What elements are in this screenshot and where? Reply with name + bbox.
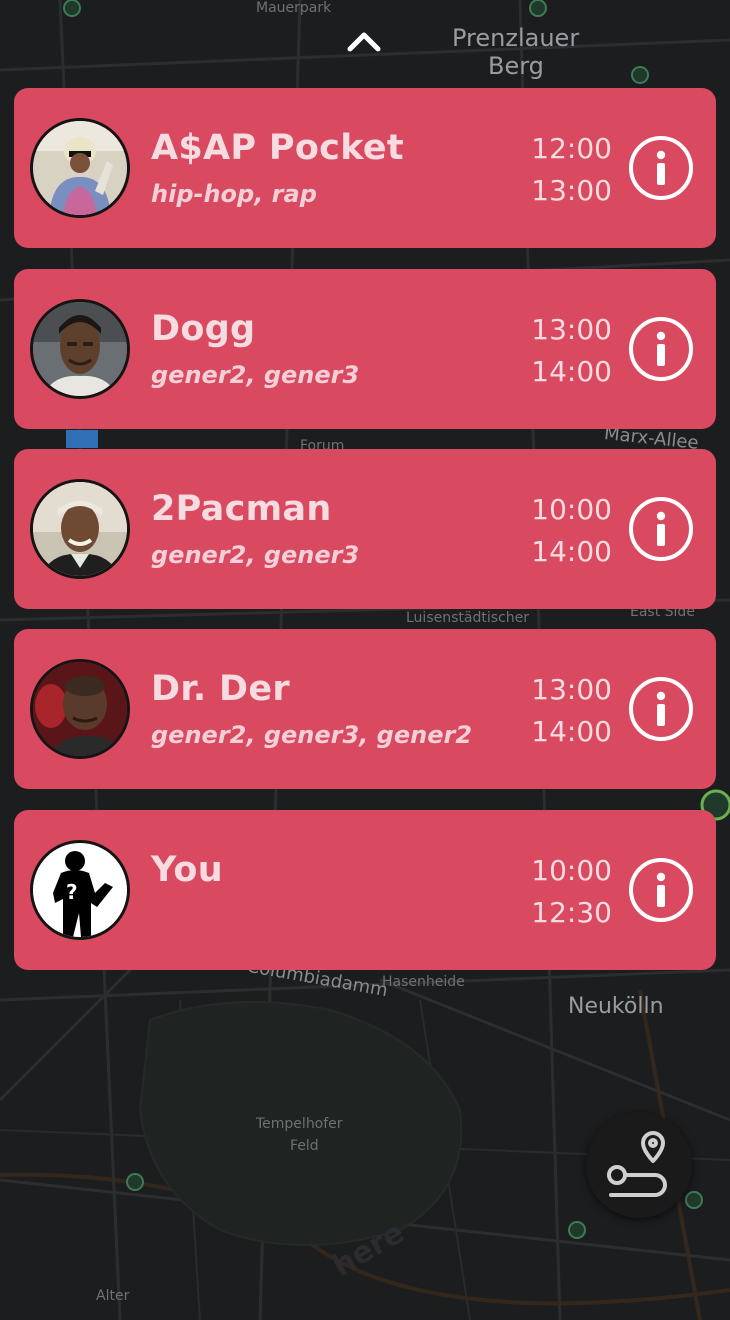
artist-genres: gener2, gener3: [151, 541, 360, 569]
info-icon: [629, 677, 693, 741]
info-icon: [629, 317, 693, 381]
unknown-silhouette-avatar: ?: [30, 840, 130, 940]
artist-genres: gener2, gener3: [151, 361, 360, 389]
end-time: 13:00: [531, 174, 612, 207]
chevron-up-icon: [347, 32, 381, 52]
artist-card[interactable]: A$AP Pocket hip-hop, rap 12:00 13:00: [14, 88, 716, 248]
map-label-prenzlauer: Prenzlauer: [452, 24, 580, 52]
start-time: 10:00: [531, 493, 612, 526]
artist-name: Dr. Der: [151, 669, 290, 709]
svg-text:?: ?: [66, 880, 78, 904]
map-label-tempelhofer: Tempelhofer: [256, 1116, 343, 1132]
artist-genres: hip-hop, rap: [151, 180, 317, 208]
info-button[interactable]: [628, 135, 694, 201]
artist-genres: gener2, gener3, gener2: [151, 721, 473, 749]
end-time: 14:00: [531, 355, 612, 388]
info-button[interactable]: [628, 857, 694, 923]
start-time: 12:00: [531, 132, 612, 165]
map-label-mauerpark: Mauerpark: [256, 0, 332, 16]
dogg-avatar: [30, 299, 130, 399]
start-time: 13:00: [531, 673, 612, 706]
info-icon: [629, 497, 693, 561]
asap-avatar: [30, 118, 130, 218]
pacman-avatar: [30, 479, 130, 579]
artist-card[interactable]: Dr. Der gener2, gener3, gener2 13:00 14:…: [14, 629, 716, 789]
map-label-hasenheide: Hasenheide: [382, 974, 465, 990]
info-button[interactable]: [628, 316, 694, 382]
artist-card[interactable]: ? You 10:00 12:30: [14, 810, 716, 970]
drder-avatar: [30, 659, 130, 759]
info-button[interactable]: [628, 676, 694, 742]
map-label-alter: Alter: [96, 1288, 130, 1304]
artist-name: 2Pacman: [151, 489, 332, 529]
end-time: 12:30: [531, 896, 612, 929]
start-time: 10:00: [531, 854, 612, 887]
map-label-berg: Berg: [488, 52, 544, 80]
map-label-feld: Feld: [290, 1138, 319, 1154]
artist-name: A$AP Pocket: [151, 128, 404, 168]
start-time: 13:00: [531, 313, 612, 346]
end-time: 14:00: [531, 535, 612, 568]
artist-card[interactable]: 2Pacman gener2, gener3 10:00 14:00: [14, 449, 716, 609]
map-label-neukolln: Neukölln: [568, 994, 664, 1019]
artist-name: You: [151, 850, 223, 890]
route-icon: [607, 1131, 667, 1197]
info-icon: [629, 858, 693, 922]
collapse-list-button[interactable]: [342, 26, 386, 56]
info-icon: [629, 136, 693, 200]
artist-card[interactable]: Dogg gener2, gener3 13:00 14:00: [14, 269, 716, 429]
map-label-luisenstadtischer: Luisenstädtischer: [406, 610, 529, 626]
info-button[interactable]: [628, 496, 694, 562]
artist-name: Dogg: [151, 309, 256, 349]
route-button[interactable]: [586, 1112, 692, 1218]
end-time: 14:00: [531, 715, 612, 748]
